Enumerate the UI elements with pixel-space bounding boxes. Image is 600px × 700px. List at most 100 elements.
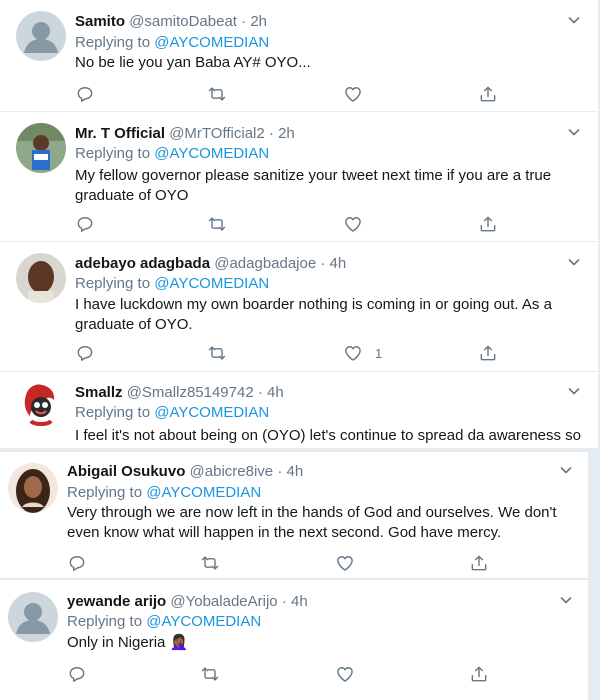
like-button[interactable]: 1	[343, 343, 382, 363]
tweet-text: I feel it's not about being on (OYO) let…	[75, 427, 582, 444]
reply-icon	[75, 343, 95, 363]
tweet-actions: 1	[75, 343, 505, 363]
retweet-icon	[207, 343, 227, 363]
author-name[interactable]: Smallz	[75, 384, 123, 401]
tweet-card[interactable]: Mr. T Official @MrTOfficial2 · 2h Replyi…	[0, 112, 598, 242]
author-handle[interactable]: @abicre8ive	[190, 463, 274, 480]
author-handle[interactable]: @Smallz85149742	[127, 384, 254, 401]
retweet-button[interactable]	[200, 664, 220, 684]
author-name[interactable]: Abigail Osukuvo	[67, 463, 185, 480]
replying-label: Replying to	[67, 613, 143, 630]
author-name[interactable]: yewande arijo	[67, 593, 166, 610]
chevron-down-icon[interactable]	[559, 593, 573, 607]
author-name[interactable]: Mr. T Official	[75, 125, 165, 142]
timestamp[interactable]: 4h	[291, 593, 308, 610]
tweet-actions	[67, 553, 497, 573]
timestamp[interactable]: 2h	[250, 13, 267, 30]
reply-icon	[67, 664, 87, 684]
mention-link[interactable]: @AYCOMEDIAN	[154, 34, 269, 51]
tweet-text: I have luckdown my own boarder nothing i…	[75, 296, 552, 333]
retweet-button[interactable]	[207, 343, 227, 363]
chevron-down-icon[interactable]	[567, 384, 581, 398]
replying-label: Replying to	[75, 34, 151, 51]
tweet-card[interactable]: Smallz @Smallz85149742 · 4h Replying to …	[0, 372, 598, 448]
timestamp[interactable]: 4h	[286, 463, 303, 480]
author-handle[interactable]: @YobaladeArijo	[170, 593, 277, 610]
reply-icon	[75, 84, 95, 104]
photo-avatar-icon[interactable]	[16, 123, 66, 173]
mention-link[interactable]: @AYCOMEDIAN	[154, 275, 269, 292]
reply-button[interactable]	[75, 84, 95, 104]
author-name[interactable]: Samito	[75, 13, 125, 30]
replying-label: Replying to	[67, 484, 143, 501]
like-button[interactable]	[335, 553, 367, 573]
share-button[interactable]	[478, 214, 498, 234]
reply-icon	[75, 214, 95, 234]
default-avatar-icon[interactable]	[16, 11, 66, 61]
retweet-icon	[207, 84, 227, 104]
reply-button[interactable]	[67, 553, 87, 573]
share-button[interactable]	[478, 343, 498, 363]
mention-link[interactable]: @AYCOMEDIAN	[154, 404, 269, 421]
chevron-down-icon[interactable]	[567, 13, 581, 27]
tweet-actions	[75, 214, 505, 234]
tweet-header: Mr. T Official @MrTOfficial2 · 2h	[75, 124, 295, 144]
author-handle[interactable]: @samitoDabeat	[129, 13, 237, 30]
replying-label: Replying to	[75, 275, 151, 292]
heart-icon	[343, 214, 363, 234]
retweet-button[interactable]	[200, 553, 220, 573]
photo-avatar-icon[interactable]	[16, 253, 66, 303]
default-avatar-icon[interactable]	[8, 592, 58, 642]
separator-dot: ·	[257, 384, 263, 401]
heart-icon	[343, 343, 363, 363]
author-handle[interactable]: @MrTOfficial2	[169, 125, 265, 142]
tweet-card[interactable]: yewande arijo @YobaladeArijo · 4h Replyi…	[0, 580, 588, 700]
share-icon	[469, 553, 489, 573]
heart-icon	[335, 553, 355, 573]
tweet-actions	[67, 664, 497, 684]
replying-to: Replying to @AYCOMEDIAN	[67, 483, 261, 503]
share-button[interactable]	[478, 84, 498, 104]
author-handle[interactable]: @adagbadajoe	[214, 255, 316, 272]
like-button[interactable]	[343, 214, 375, 234]
chevron-down-icon[interactable]	[559, 463, 573, 477]
reply-button[interactable]	[75, 214, 95, 234]
retweet-button[interactable]	[207, 84, 227, 104]
retweet-icon	[200, 553, 220, 573]
timestamp[interactable]: 4h	[267, 384, 284, 401]
share-icon	[469, 664, 489, 684]
tweet-header: yewande arijo @YobaladeArijo · 4h	[67, 592, 308, 612]
photo-avatar-icon[interactable]	[8, 463, 58, 513]
retweet-icon	[200, 664, 220, 684]
share-button[interactable]	[469, 664, 489, 684]
retweet-icon	[207, 214, 227, 234]
chevron-down-icon[interactable]	[567, 255, 581, 269]
mention-link[interactable]: @AYCOMEDIAN	[154, 145, 269, 162]
share-button[interactable]	[469, 553, 489, 573]
tweet-card[interactable]: Samito @samitoDabeat · 2h Replying to @A…	[0, 0, 598, 112]
mention-link[interactable]: @AYCOMEDIAN	[146, 484, 261, 501]
author-name[interactable]: adebayo adagbada	[75, 255, 210, 272]
separator-dot: ·	[320, 255, 326, 272]
heart-icon	[335, 664, 355, 684]
replying-to: Replying to @AYCOMEDIAN	[75, 274, 269, 294]
share-icon	[478, 343, 498, 363]
tweet-card[interactable]: Abigail Osukuvo @abicre8ive · 4h Replyin…	[0, 452, 588, 579]
tweet-card[interactable]: adebayo adagbada @adagbadajoe · 4h Reply…	[0, 242, 598, 372]
chevron-down-icon[interactable]	[567, 125, 581, 139]
tweet-text: No be lie you yan Baba AY# OYO...	[75, 54, 311, 71]
timestamp[interactable]: 4h	[330, 255, 347, 272]
timestamp[interactable]: 2h	[278, 125, 295, 142]
share-icon	[478, 84, 498, 104]
mention-link[interactable]: @AYCOMEDIAN	[146, 613, 261, 630]
heart-icon	[343, 84, 363, 104]
reply-button[interactable]	[75, 343, 95, 363]
separator-dot: ·	[277, 463, 283, 480]
reply-button[interactable]	[67, 664, 87, 684]
like-button[interactable]	[343, 84, 375, 104]
cartoon-avatar-icon[interactable]	[16, 381, 66, 431]
retweet-button[interactable]	[207, 214, 227, 234]
tweet-header: Smallz @Smallz85149742 · 4h	[75, 383, 284, 403]
separator-dot: ·	[241, 13, 247, 30]
like-button[interactable]	[335, 664, 367, 684]
